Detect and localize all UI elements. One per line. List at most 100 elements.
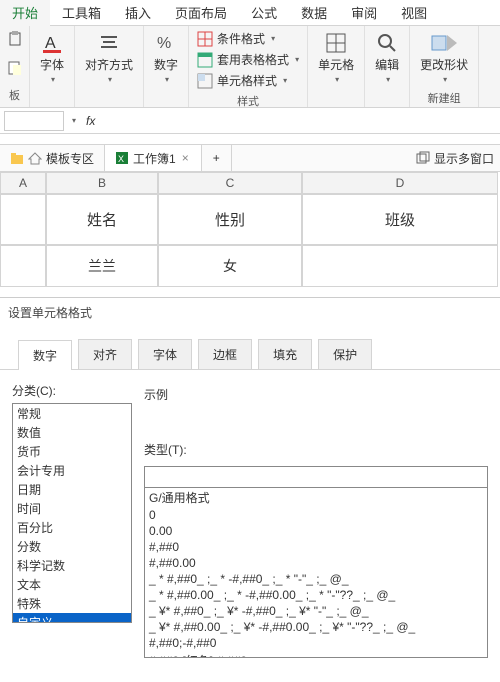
table-style-button[interactable]: 套用表格格式▾ (193, 49, 303, 70)
font-icon: A (41, 32, 63, 54)
cell-style-label: 单元格样式 (217, 72, 277, 89)
chevron-down-icon: ▾ (335, 75, 339, 84)
paste-icon[interactable] (4, 57, 26, 79)
cell[interactable]: 女 (158, 245, 302, 287)
chevron-down-icon: ▾ (51, 75, 55, 84)
formula-bar: ▾ fx (0, 108, 500, 134)
new-tab-button[interactable]: + (202, 145, 232, 171)
category-item[interactable]: 会计专用 (13, 461, 131, 480)
number-button[interactable]: % 数字 ▾ (148, 28, 184, 88)
category-item[interactable]: 日期 (13, 480, 131, 499)
percent-icon: % (155, 32, 177, 54)
category-item[interactable]: 科学记数 (13, 556, 131, 575)
multiwin-label: 显示多窗口 (434, 150, 494, 167)
styles-group: 条件格式▾ 套用表格格式▾ 单元格样式▾ 样式 (189, 26, 308, 107)
spreadsheet-grid: A B C D 姓名 性别 班级 兰兰 女 (0, 172, 500, 287)
chevron-down-icon: ▾ (443, 75, 447, 84)
ribbon-tab-start[interactable]: 开始 (0, 0, 50, 26)
edit-button[interactable]: 编辑 ▾ (369, 28, 405, 88)
category-item[interactable]: 特殊 (13, 594, 131, 613)
dialog-tab-align[interactable]: 对齐 (78, 339, 132, 369)
table-style-label: 套用表格格式 (217, 51, 289, 68)
category-item[interactable]: 时间 (13, 499, 131, 518)
dialog-tab-number[interactable]: 数字 (18, 340, 72, 370)
align-group: 对齐方式 ▾ (75, 26, 144, 107)
conditional-format-button[interactable]: 条件格式 ▾ (193, 28, 279, 49)
dialog-tabs: 数字 对齐 字体 边框 填充 保护 (0, 327, 500, 370)
ribbon-tab-toolbox[interactable]: 工具箱 (50, 0, 113, 26)
type-item[interactable]: _ * #,##0_ ;_ * -#,##0_ ;_ * "-"_ ;_ @_ (145, 571, 487, 587)
col-header[interactable]: D (302, 172, 498, 194)
dialog-tab-protect[interactable]: 保护 (318, 339, 372, 369)
cell[interactable]: 姓名 (46, 194, 158, 245)
ribbon-tab-formula[interactable]: 公式 (239, 0, 289, 26)
fx-icon[interactable]: fx (82, 114, 99, 128)
search-icon (376, 32, 398, 54)
type-input[interactable] (144, 466, 488, 488)
cells-button[interactable]: 单元格 ▾ (312, 28, 360, 88)
chevron-down-icon[interactable]: ▾ (72, 116, 76, 125)
category-item[interactable]: 货币 (13, 442, 131, 461)
format-cells-dialog: 设置单元格格式 数字 对齐 字体 边框 填充 保护 分类(C): 常规 数值 货… (0, 297, 500, 658)
table-icon (197, 52, 213, 68)
type-item[interactable]: #,##0.00 (145, 555, 487, 571)
dialog-title: 设置单元格格式 (0, 298, 500, 327)
type-item[interactable]: _ * #,##0.00_ ;_ * -#,##0.00_ ;_ * "-"??… (145, 587, 487, 603)
grid-icon (197, 31, 213, 47)
type-item[interactable]: _ ¥* #,##0.00_ ;_ ¥* -#,##0.00_ ;_ ¥* "-… (145, 619, 487, 635)
tab-workbook-label: 工作簿1 (133, 150, 176, 167)
type-item[interactable]: 0 (145, 507, 487, 523)
cell[interactable]: 兰兰 (46, 245, 158, 287)
type-item[interactable]: 0.00 (145, 523, 487, 539)
dialog-tab-border[interactable]: 边框 (198, 339, 252, 369)
multi-window-button[interactable]: 显示多窗口 (410, 150, 500, 167)
close-icon[interactable]: × (180, 151, 191, 165)
category-item[interactable]: 数值 (13, 423, 131, 442)
category-item[interactable]: 分数 (13, 537, 131, 556)
tab-template-label: 模板专区 (46, 150, 94, 167)
col-header[interactable]: B (46, 172, 158, 194)
col-header[interactable]: A (0, 172, 46, 194)
type-item[interactable]: G/通用格式 (145, 488, 487, 507)
cell[interactable]: 班级 (302, 194, 498, 245)
clipboard-icon[interactable] (4, 28, 26, 50)
category-list[interactable]: 常规 数值 货币 会计专用 日期 时间 百分比 分数 科学记数 文本 特殊 自定… (12, 403, 132, 623)
cell[interactable] (0, 194, 46, 245)
type-item[interactable]: # ##0:[红色]-# ##0 (145, 651, 487, 658)
shape-label: 更改形状 (420, 56, 468, 73)
ribbon-tab-data[interactable]: 数据 (289, 0, 339, 26)
align-button[interactable]: 对齐方式 ▾ (79, 28, 139, 88)
cell-style-button[interactable]: 单元格样式 ▾ (193, 70, 291, 91)
type-list[interactable]: G/通用格式 0 0.00 #,##0 #,##0.00 _ * #,##0_ … (144, 488, 488, 658)
category-item-custom[interactable]: 自定义 (13, 613, 131, 623)
svg-text:%: % (157, 35, 171, 52)
ribbon-tab-view[interactable]: 视图 (389, 0, 439, 26)
name-box[interactable] (4, 111, 64, 131)
category-item[interactable]: 文本 (13, 575, 131, 594)
type-item[interactable]: #,##0 (145, 539, 487, 555)
chevron-down-icon: ▾ (165, 75, 169, 84)
ribbon-tab-review[interactable]: 审阅 (339, 0, 389, 26)
category-item[interactable]: 常规 (13, 404, 131, 423)
cell[interactable] (0, 245, 46, 287)
ribbon-tab-layout[interactable]: 页面布局 (163, 0, 239, 26)
type-item[interactable]: _ ¥* #,##0_ ;_ ¥* -#,##0_ ;_ ¥* "-"_ ;_ … (145, 603, 487, 619)
formula-input[interactable] (105, 111, 496, 131)
chevron-down-icon: ▾ (283, 76, 287, 85)
conditional-label: 条件格式 (217, 30, 265, 47)
ribbon-tab-insert[interactable]: 插入 (113, 0, 163, 26)
col-header[interactable]: C (158, 172, 302, 194)
dialog-tab-fill[interactable]: 填充 (258, 339, 312, 369)
category-item[interactable]: 百分比 (13, 518, 131, 537)
font-button[interactable]: A 字体 ▾ (34, 28, 70, 88)
tab-template[interactable]: 模板专区 (0, 145, 105, 171)
cell[interactable]: 性别 (158, 194, 302, 245)
cells-group: 单元格 ▾ (308, 26, 365, 107)
cell[interactable] (302, 245, 498, 287)
number-label: 数字 (154, 56, 178, 73)
shape-button[interactable]: 更改形状 ▾ (414, 28, 474, 88)
tab-workbook[interactable]: X 工作簿1 × (105, 145, 202, 171)
dialog-tab-font[interactable]: 字体 (138, 339, 192, 369)
chevron-down-icon: ▾ (271, 34, 275, 43)
type-item[interactable]: #,##0;-#,##0 (145, 635, 487, 651)
